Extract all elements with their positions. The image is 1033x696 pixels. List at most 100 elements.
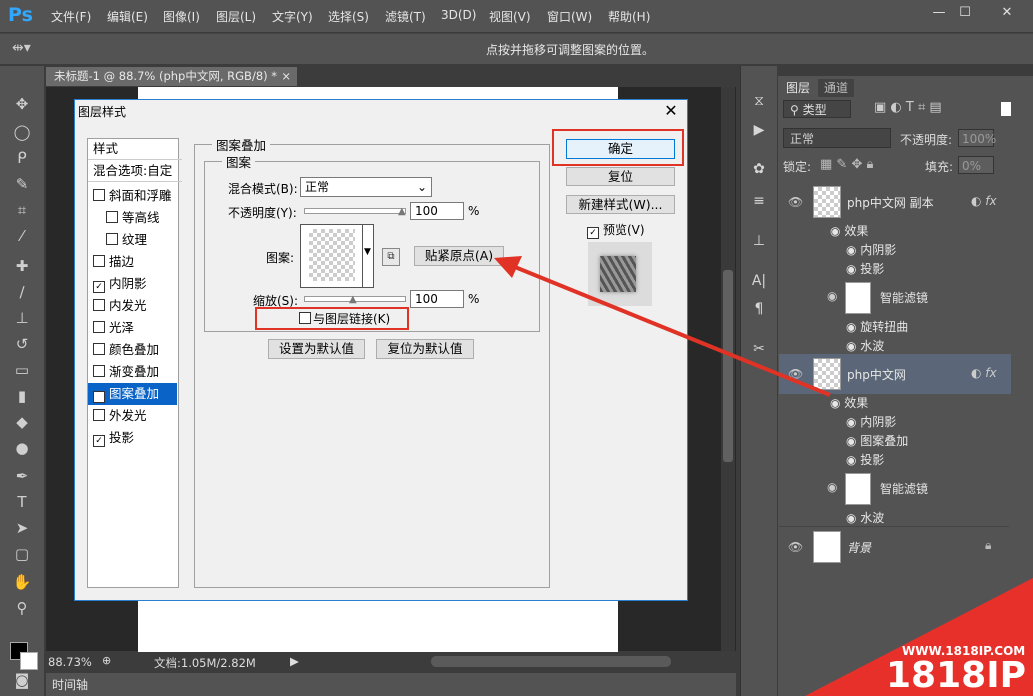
layer-name[interactable]: 背景 [847, 539, 871, 556]
paragraph-icon[interactable]: ¶ [749, 300, 769, 318]
effect-item[interactable]: ◉ 内阴影 [846, 241, 896, 258]
menu-layer[interactable]: 图层(L) [216, 8, 256, 25]
document-tab[interactable]: 未标题-1 @ 88.7% (php中文网, RGB/8) * × [46, 67, 297, 86]
zoom-level[interactable]: 88.73% [48, 655, 92, 669]
checkbox[interactable] [106, 233, 118, 245]
gradient-icon[interactable]: ▮ [10, 386, 34, 406]
link-with-layer-checkbox[interactable]: 与图层链接(K) [299, 310, 390, 327]
blur-icon[interactable]: ◆ [10, 412, 34, 432]
menu-window[interactable]: 窗口(W) [547, 8, 592, 25]
effect-item[interactable]: ◉ 内阴影 [846, 413, 896, 430]
checkbox[interactable] [93, 409, 105, 421]
pattern-picker[interactable]: ▼ [300, 224, 374, 288]
layer-row[interactable]: 👁︎ php中文网 副本 ◐ fx [779, 182, 1009, 222]
stamp-icon[interactable]: ⊥ [10, 308, 34, 328]
menu-select[interactable]: 选择(S) [328, 8, 369, 25]
preview-checkbox[interactable]: ✓ 预览(V) [587, 221, 645, 239]
style-item[interactable]: 光泽 [88, 317, 177, 339]
tools-preset-icon[interactable]: ✂ [749, 340, 769, 358]
checkbox[interactable] [93, 299, 105, 311]
eye-icon[interactable]: 👁︎ [788, 367, 803, 381]
effects-label[interactable]: ◉ 效果 [830, 222, 868, 239]
chevron-down-icon[interactable]: ▼ [364, 247, 371, 257]
eyedropper-icon[interactable]: ⁄ [10, 226, 34, 246]
layer-filter-icons[interactable]: ▣ ◐ T ⌗ ▤ [874, 100, 942, 115]
status-menu-arrow-icon[interactable]: ▶ [290, 654, 299, 668]
background-color-swatch[interactable] [20, 652, 38, 670]
timeline-label[interactable]: 时间轴 [52, 676, 88, 693]
style-item[interactable]: ✓ 内阴影 [88, 273, 177, 295]
checkbox[interactable] [93, 255, 105, 267]
dodge-icon[interactable]: ● [10, 438, 34, 458]
menu-file[interactable]: 文件(F) [51, 8, 91, 25]
style-item[interactable]: 颜色叠加 [88, 339, 177, 361]
adjust-icon[interactable]: ≡ [749, 192, 769, 210]
quick-mask-icon[interactable]: ◙ [10, 670, 34, 690]
tab-channels[interactable]: 通道 [818, 79, 855, 97]
layer-filter-select[interactable]: ⚲ 类型 [783, 100, 851, 118]
styles-header[interactable]: 样式 [88, 138, 182, 160]
healing-icon[interactable]: ✚ [10, 256, 34, 276]
brush-icon[interactable]: ∕ [10, 282, 34, 302]
menu-help[interactable]: 帮助(H) [608, 8, 650, 25]
layer-row-selected[interactable]: 👁︎ php中文网 ◐ fx [779, 354, 1011, 394]
vertical-scrollbar-thumb[interactable] [723, 270, 733, 462]
pen-icon[interactable]: ✒ [10, 466, 34, 486]
path-select-icon[interactable]: ➤ [10, 518, 34, 538]
checkbox[interactable] [93, 189, 105, 201]
document-tab-close-icon[interactable]: × [281, 67, 291, 86]
reset-default-button[interactable]: 复位为默认值 [376, 339, 474, 359]
smart-filters-row[interactable]: ◉ 智能滤镜 [827, 471, 1009, 505]
checkbox[interactable] [299, 312, 311, 324]
menu-edit[interactable]: 编辑(E) [107, 8, 148, 25]
tab-layers[interactable]: 图层 [780, 79, 817, 97]
clone-source-icon[interactable]: ⊥ [749, 232, 769, 250]
effect-item[interactable]: ◉ 投影 [846, 451, 884, 468]
menu-type[interactable]: 文字(Y) [272, 8, 313, 25]
hand-icon[interactable]: ✋ [10, 572, 34, 592]
menu-image[interactable]: 图像(I) [163, 8, 200, 25]
filter-toggle[interactable] [1001, 102, 1011, 116]
status-icon[interactable]: ⊕ [102, 654, 111, 667]
scale-slider-thumb[interactable]: ▲ [349, 294, 357, 305]
checkbox[interactable] [93, 321, 105, 333]
horizontal-scrollbar-thumb[interactable] [431, 656, 671, 667]
fx-icon[interactable]: ◐ fx [971, 194, 997, 208]
checkbox[interactable] [106, 211, 118, 223]
smart-filters-row[interactable]: ◉ 智能滤镜 [827, 280, 1009, 314]
checkbox[interactable]: ✓ [93, 281, 105, 293]
style-item[interactable]: 纹理 [88, 229, 177, 251]
checkbox[interactable]: ✓ [93, 391, 105, 403]
style-item[interactable]: 斜面和浮雕 [88, 185, 177, 207]
eye-icon[interactable]: 👁︎ [788, 195, 803, 209]
lasso-icon[interactable]: ᑭ [10, 148, 34, 168]
blend-mode-select[interactable]: 正常 ⌄ [300, 177, 432, 197]
effect-item[interactable]: ◉ 投影 [846, 260, 884, 277]
style-item[interactable]: 渐变叠加 [88, 361, 177, 383]
eye-icon[interactable]: ◉ [830, 224, 840, 238]
ok-button[interactable]: 确定 [566, 139, 675, 159]
move-tool-icon[interactable]: ⇹▾ [12, 40, 31, 56]
opacity-field[interactable]: 100 [410, 202, 464, 220]
menu-view[interactable]: 视图(V) [489, 8, 531, 25]
menu-filter[interactable]: 滤镜(T) [385, 8, 426, 25]
smart-filter-item[interactable]: ◉ 水波 [846, 337, 884, 354]
layer-name[interactable]: php中文网 [847, 366, 906, 383]
eye-icon[interactable]: 👁︎ [788, 540, 803, 554]
style-item[interactable]: 内发光 [88, 295, 177, 317]
character-icon[interactable]: A| [749, 272, 769, 290]
type-icon[interactable]: T [10, 492, 34, 512]
play-icon[interactable]: ▶ [749, 121, 769, 139]
checkbox[interactable]: ✓ [587, 227, 599, 239]
layer-blend-mode-select[interactable]: 正常 [783, 128, 891, 148]
quick-select-icon[interactable]: ✎ [10, 174, 34, 194]
fill-field[interactable]: 0% [958, 156, 994, 174]
style-item[interactable]: ✓ 图案叠加 [88, 383, 177, 405]
style-item[interactable]: 等高线 [88, 207, 177, 229]
effect-item[interactable]: ◉ 图案叠加 [846, 432, 908, 449]
checkbox[interactable] [93, 365, 105, 377]
opacity-slider[interactable] [304, 208, 406, 214]
marquee-icon[interactable]: ◯ [10, 122, 34, 142]
scale-field[interactable]: 100 [410, 290, 464, 308]
style-item[interactable]: 外发光 [88, 405, 177, 427]
